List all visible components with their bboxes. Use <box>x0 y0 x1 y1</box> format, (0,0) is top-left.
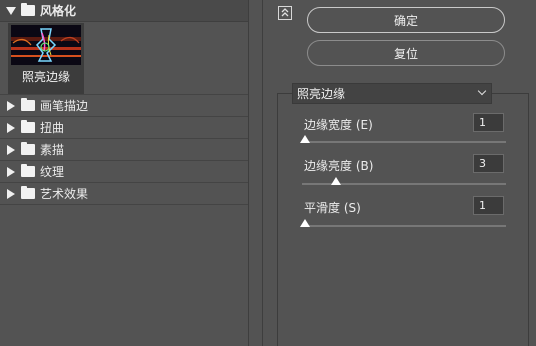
folder-icon <box>21 3 35 16</box>
edge-width-input[interactable]: 1 <box>473 113 504 132</box>
collapse-icon[interactable] <box>278 6 292 20</box>
smoothness-input[interactable]: 1 <box>473 196 504 215</box>
ok-button[interactable]: 确定 <box>307 7 505 33</box>
edge-brightness-slider-thumb[interactable] <box>330 177 341 185</box>
triangle-right-icon[interactable] <box>7 100 15 111</box>
category-brush-strokes[interactable]: 画笔描边 <box>0 95 248 117</box>
chevron-down-icon <box>477 86 487 96</box>
triangle-down-icon[interactable] <box>6 6 16 15</box>
folder-icon <box>21 142 35 155</box>
edge-width-slider-track[interactable] <box>302 141 506 143</box>
category-label: 素描 <box>40 143 65 157</box>
triangle-right-icon[interactable] <box>7 188 15 199</box>
category-label: 艺术效果 <box>40 187 89 201</box>
category-texture[interactable]: 纹理 <box>0 161 248 183</box>
edge-width-slider-thumb[interactable] <box>300 135 310 143</box>
thumbnail-image <box>11 25 81 65</box>
edge-brightness-label: 边缘亮度 (B) <box>304 159 374 173</box>
triangle-right-icon[interactable] <box>7 144 15 155</box>
category-sketch[interactable]: 素描 <box>0 139 248 161</box>
folder-icon <box>21 164 35 177</box>
category-distort[interactable]: 扭曲 <box>0 117 248 139</box>
filter-select-value: 照亮边缘 <box>297 87 346 101</box>
category-label: 扭曲 <box>40 121 65 135</box>
filter-thumbnail-label: 照亮边缘 <box>21 70 70 84</box>
panel-divider <box>262 0 263 346</box>
reset-button[interactable]: 复位 <box>307 40 505 66</box>
category-artistic[interactable]: 艺术效果 <box>0 183 248 205</box>
folder-icon <box>21 186 35 199</box>
triangle-right-icon[interactable] <box>7 166 15 177</box>
category-stylize[interactable]: 风格化 <box>0 0 248 22</box>
folder-icon <box>21 98 35 111</box>
folder-icon <box>21 120 35 133</box>
edge-width-label: 边缘宽度 (E) <box>304 118 373 132</box>
triangle-right-icon[interactable] <box>7 122 15 133</box>
category-label: 纹理 <box>40 165 65 179</box>
filter-select[interactable]: 照亮边缘 <box>292 83 492 104</box>
edge-brightness-input[interactable]: 3 <box>473 154 504 173</box>
category-label: 风格化 <box>40 4 77 18</box>
category-label: 画笔描边 <box>40 99 89 113</box>
filter-thumbnail-glowing-edges[interactable]: 照亮边缘 <box>8 23 84 94</box>
filter-thumbnails: 照亮边缘 <box>0 23 248 95</box>
filter-gallery-tree: 风格化 照亮边缘 画笔描边 扭曲 素描 纹理 艺术效果 <box>0 0 249 346</box>
smoothness-slider-track[interactable] <box>302 225 506 227</box>
smoothness-label: 平滑度 (S) <box>304 201 361 215</box>
smoothness-slider-thumb[interactable] <box>300 219 310 227</box>
